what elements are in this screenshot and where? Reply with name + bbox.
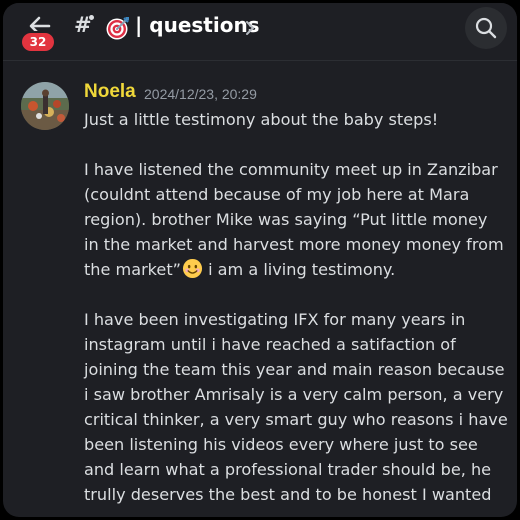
message-timestamp: 2024/12/23, 20:29 — [144, 86, 257, 102]
header-divider — [3, 60, 517, 61]
app-window: 32 # | questions Noela 2024/12/23, 20:29… — [3, 3, 517, 517]
unread-count-badge: 32 — [20, 31, 56, 53]
message-text: the market” — [84, 260, 181, 279]
target-emoji-icon — [106, 17, 129, 40]
message-line: instagram until i have reached a satifac… — [84, 335, 456, 354]
user-avatar-image — [21, 82, 69, 130]
smiling-face-emoji-icon — [182, 258, 203, 279]
search-icon — [475, 17, 497, 39]
author-name[interactable]: Noela — [84, 81, 136, 103]
message-line: critical thinker, a very smart guy who r… — [84, 410, 508, 429]
message-line: Just a little testimony about the baby s… — [84, 110, 439, 129]
message-line: region). brother Mike was saying “Put li… — [84, 210, 488, 229]
message-line: in the market and harvest more money mon… — [84, 235, 504, 254]
channel-header: 32 # | questions — [3, 3, 517, 53]
message-line: trully deserves the best and to be hones… — [84, 485, 492, 504]
message-line: i saw brother Amrisaly is a very calm pe… — [84, 385, 504, 404]
message-line: I have listened the community meet up in… — [84, 160, 498, 179]
chevron-right-icon — [246, 21, 254, 35]
unread-dot — [89, 15, 94, 20]
search-button[interactable] — [465, 7, 507, 49]
message-line: I have been investigating IFX for many y… — [84, 310, 466, 329]
message-line: joining the team this year and main reas… — [84, 360, 505, 379]
avatar[interactable] — [21, 82, 69, 130]
message-line: and learn what a professional trader sho… — [84, 460, 492, 479]
message-content: Just a little testimony about the baby s… — [84, 107, 512, 507]
channel-title[interactable]: | questions — [135, 13, 260, 37]
message-line: been listening his videos every where ju… — [84, 435, 478, 454]
message-line-with-emoji: the market” i am a living testimony. — [84, 257, 512, 282]
message-text: i am a living testimony. — [202, 260, 396, 279]
message-line: (couldnt attend because of my job here a… — [84, 185, 470, 204]
